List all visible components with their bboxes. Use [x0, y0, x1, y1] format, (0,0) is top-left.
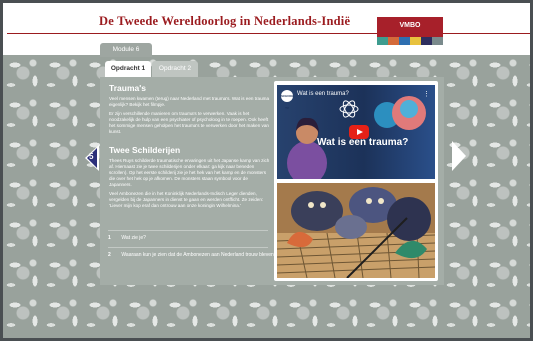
level-badge[interactable]: VMBO [377, 17, 443, 45]
exercise-tabs: Opdracht 1 Opdracht 2 [100, 57, 444, 77]
tab-opdracht-2[interactable]: Opdracht 2 [152, 61, 198, 77]
module-tab[interactable]: Module 6 [100, 43, 152, 57]
color-swatch [388, 37, 399, 45]
site-title: De Tweede Wereldoorlog in Nederlands-Ind… [99, 14, 351, 28]
lesson-text: Trauma's Veel mensen kwamen (terug) naar… [109, 83, 271, 209]
title-underline-right [443, 33, 530, 34]
question-item[interactable]: 2 Waaraan kun je zien dat de Ambonezen a… [108, 252, 277, 258]
paragraph: Er zijn verschillende manieren om trauma… [109, 111, 269, 134]
color-swatch [410, 37, 421, 45]
video-player[interactable]: SCHOOL TV Wat is een trauma? ⋮ Wat is ee… [277, 85, 435, 179]
lesson-panel: Trauma's Veel mensen kwamen (terug) naar… [100, 77, 444, 285]
question-number: 1 [108, 235, 111, 241]
page-header: De Tweede Wereldoorlog in Nederlands-Ind… [3, 3, 530, 55]
section-heading-twee-schilderijen: Twee Schilderijen [109, 145, 181, 155]
paragraph: Veel Ambonezen die in het Koninklijk Ned… [109, 191, 264, 208]
color-swatch [432, 37, 443, 45]
media-column: SCHOOL TV Wat is een trauma? ⋮ Wat is ee… [274, 81, 438, 281]
question-number: 2 [108, 252, 111, 258]
question-divider [108, 230, 268, 231]
app-frame: De Tweede Wereldoorlog in Nederlands-Ind… [3, 3, 530, 338]
question-text: Waaraan kun je zien dat de Ambonezen aan… [121, 252, 277, 258]
level-badge-label: VMBO [399, 22, 421, 29]
color-swatch [399, 37, 410, 45]
color-swatch [421, 37, 432, 45]
question-divider [108, 247, 268, 248]
more-options-icon[interactable]: ⋮ [423, 90, 430, 98]
next-module-button[interactable] [452, 141, 466, 171]
title-underline [7, 33, 379, 34]
previous-module-number: 5 [89, 152, 94, 161]
paragraph: Veel mensen kwamen (terug) naar Nederlan… [109, 96, 270, 107]
video-title: Wat is een trauma? [297, 91, 349, 97]
next-arrow-icon [452, 141, 466, 171]
section-heading-traumas: Trauma's [109, 83, 146, 93]
paragraph: Thees Ruys schilderde traumatische ervar… [109, 158, 270, 187]
level-color-strip [377, 37, 443, 45]
color-swatch [377, 37, 388, 45]
question-item[interactable]: 1 Wat zie je? [108, 235, 146, 241]
video-caption: Wat is een trauma? [317, 137, 409, 148]
painting-illustration [277, 183, 435, 278]
painting-image [277, 183, 435, 278]
question-text: Wat zie je? [121, 235, 146, 241]
previous-module-button[interactable]: 5 [81, 145, 99, 171]
tab-opdracht-1[interactable]: Opdracht 1 [105, 61, 151, 77]
channel-logo: SCHOOL TV [281, 90, 294, 110]
